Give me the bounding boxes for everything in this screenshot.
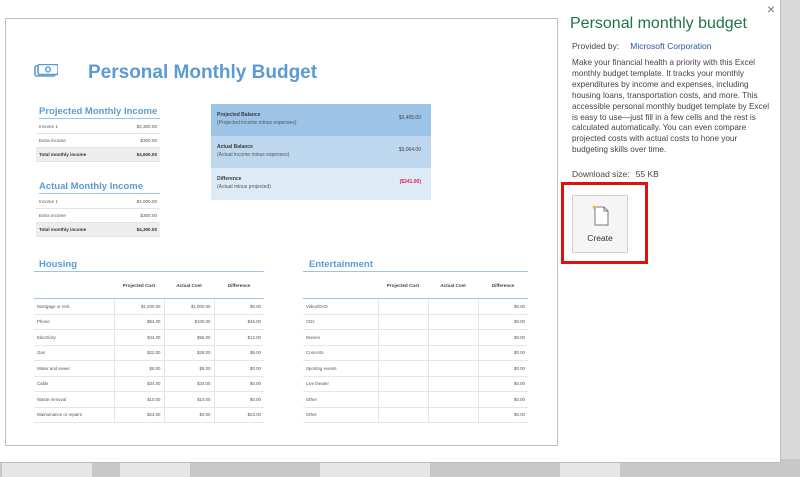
column-header: Difference [478, 272, 528, 299]
close-icon[interactable]: × [764, 2, 778, 16]
housing-table: Projected Cost Actual Cost Difference Mo… [34, 272, 264, 423]
table-row: Sporting events $0.00 [303, 360, 528, 377]
housing-heading: Housing [39, 259, 77, 270]
table-row-total: Total monthly income $4,600.00 [36, 147, 160, 162]
actual-income-table: Income 1 $4,000.00 Extra income $300.00 To… [36, 195, 160, 237]
template-description: Make your financial health a priority wi… [572, 58, 770, 155]
table-row: Live theater $0.00 [303, 376, 528, 392]
money-logo-icon [34, 64, 58, 77]
table-row: Other $0.00 [303, 391, 528, 408]
column-header: Actual Cost [164, 272, 214, 299]
download-size-label: Download size: [572, 169, 630, 179]
table-row: Cable $34.00 $34.00 $0.00 [34, 376, 264, 392]
table-row-total: Total monthly income $4,300.00 [36, 222, 160, 237]
table-row: Income 1 $4,300.00 [36, 120, 160, 134]
create-button-label: Create [587, 233, 613, 243]
budget-title: Personal Monthly Budget [88, 62, 318, 83]
column-header: Actual Cost [428, 272, 478, 299]
provided-by: Provided by: Microsoft Corporation [572, 41, 712, 51]
provider-link[interactable]: Microsoft Corporation [630, 41, 711, 51]
actual-income-heading: Actual Monthly Income [39, 181, 143, 192]
table-row: Phone $54.00 $100.00 $46.00 [34, 314, 264, 330]
template-title: Personal monthly budget [570, 15, 747, 32]
table-row: Extra income $300.00 [36, 133, 160, 148]
table-row: Electricity $44.00 $56.00 $12.00 [34, 329, 264, 346]
table-row: CDs $0.00 [303, 314, 528, 330]
column-header: Projected Cost [114, 272, 164, 299]
section-divider [39, 193, 160, 194]
table-row: Extra income $300.00 [36, 208, 160, 223]
table-row: Concerts $0.00 [303, 345, 528, 361]
column-header: Projected Cost [378, 272, 428, 299]
difference-row: Difference (Actual minus projected) ($34… [211, 168, 431, 200]
entertainment-table: Projected Cost Actual Cost Difference Vi… [303, 272, 528, 423]
table-row: Waste removal $10.00 $10.00 $0.00 [34, 391, 264, 408]
table-row: Other $0.00 [303, 407, 528, 423]
download-size-value: 55 KB [635, 169, 659, 179]
table-row: Mortgage or rent $1,000.00 $1,000.00 $0.00 [34, 298, 264, 315]
projected-income-table: Income 1 $4,300.00 Extra income $300.00 To… [36, 120, 160, 162]
table-row: Water and sewer $8.00 $8.00 $0.00 [34, 360, 264, 377]
provided-by-label: Provided by: [572, 41, 620, 51]
create-button[interactable]: Create [572, 195, 628, 253]
section-divider [39, 118, 160, 119]
new-document-icon [591, 204, 609, 226]
table-row: Movies $0.00 [303, 329, 528, 346]
table-row: Maintenance or repairs $23.00 $0.00 $23.00 [34, 407, 264, 423]
column-header: Difference [214, 272, 264, 299]
projected-balance-row: Projected Balance (Projected income minu… [211, 104, 431, 136]
table-row: Gas $22.00 $28.00 $6.00 [34, 345, 264, 361]
download-size: Download size: 55 KB [572, 169, 659, 179]
projected-income-heading: Projected Monthly Income [39, 106, 158, 117]
balance-summary: Projected Balance (Projected income minu… [211, 104, 431, 200]
table-row: Video/DVD $0.00 [303, 298, 528, 315]
template-preview-image: Personal Monthly Budget Projected Monthl… [5, 18, 558, 446]
entertainment-heading: Entertainment [309, 259, 373, 270]
actual-balance-row: Actual Balance (Actual income minus expe… [211, 136, 431, 168]
table-row: Income 1 $4,000.00 [36, 195, 160, 209]
template-preview-dialog: × Personal Monthly Budget Projected Mont… [0, 0, 781, 463]
